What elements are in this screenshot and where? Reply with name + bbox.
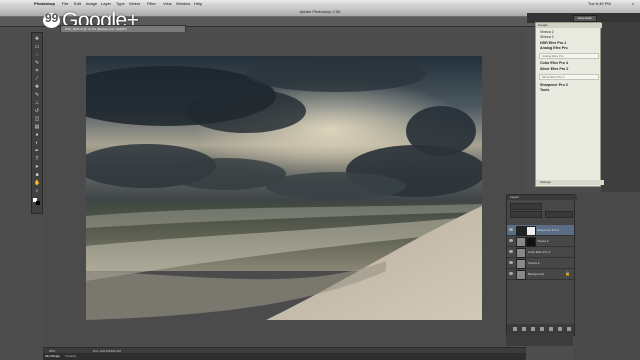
nik-item-color-efex[interactable]: Color Efex Pro 4: [536, 61, 600, 65]
healing-tool-icon[interactable]: ✚: [34, 85, 40, 90]
tab-timeline[interactable]: Timeline: [65, 353, 76, 360]
new-group-icon[interactable]: [549, 327, 553, 331]
nik-item-tools[interactable]: Tools: [536, 88, 600, 92]
trash-icon[interactable]: [567, 327, 571, 331]
marquee-tool-icon[interactable]: ▭: [34, 45, 40, 50]
layer-thumbnail: [516, 226, 526, 236]
workspace-switcher[interactable]: Essentials: [573, 15, 597, 22]
zoom-tool-icon[interactable]: ⌕: [34, 189, 40, 194]
layers-panel-tabs: [506, 334, 573, 346]
eraser-tool-icon[interactable]: ◫: [34, 117, 40, 122]
background-color-swatch[interactable]: [36, 201, 40, 205]
nik-item-silver-efex[interactable]: Silver Efex Pro 2: [536, 67, 600, 71]
layer-row[interactable]: Viveza 2: [507, 236, 574, 247]
adjustment-layer-icon[interactable]: [540, 327, 544, 331]
layer-name: Sharpener Pro 3: [537, 228, 560, 232]
visibility-eye-icon[interactable]: [509, 250, 513, 253]
nik-item-analog-efex[interactable]: Analog Efex Pro: [536, 46, 600, 50]
nik-item-hdr-efex[interactable]: HDR Efex Pro 2: [536, 41, 600, 45]
blur-tool-icon[interactable]: ●: [34, 133, 40, 138]
hand-tool-icon[interactable]: ✋: [34, 181, 40, 186]
nik-settings[interactable]: Settings: [536, 180, 604, 185]
menu-type[interactable]: Type: [116, 0, 125, 7]
dodge-tool-icon[interactable]: ◐: [34, 141, 40, 146]
menu-filter[interactable]: Filter: [147, 0, 156, 7]
nik-item-analog-efex-box[interactable]: Analog Efex Pro: [539, 53, 599, 59]
layer-thumbnail: [516, 237, 526, 247]
visibility-eye-icon[interactable]: [509, 239, 513, 242]
spotlight-icon[interactable]: ⌕: [632, 0, 634, 7]
nik-panel-header: Google: [536, 23, 602, 28]
toolbox: ✥ ▭ ◌ ✎ ⌗ ⁄ ✚ ✎ ⊥ ↺ ◫ ▤ ● ◐ ✒ T ➤ ■ ✋ ⌕: [31, 32, 43, 214]
shape-tool-icon[interactable]: ■: [34, 173, 40, 178]
blend-mode-dropdown[interactable]: [510, 211, 542, 218]
type-tool-icon[interactable]: T: [34, 157, 40, 162]
layer-row[interactable]: Background 🔒: [507, 269, 574, 280]
clone-stamp-tool-icon[interactable]: ⊥: [34, 101, 40, 106]
new-layer-icon[interactable]: [558, 327, 562, 331]
menu-help[interactable]: Help: [194, 0, 202, 7]
layer-style-icon[interactable]: [522, 327, 526, 331]
layer-thumbnail: [516, 259, 526, 269]
bottom-panel-tabs: Mini Bridge Timeline: [43, 353, 526, 360]
move-tool-icon[interactable]: ✥: [34, 37, 40, 42]
quick-select-tool-icon[interactable]: ✎: [34, 61, 40, 66]
tab-mini-bridge[interactable]: Mini Bridge: [45, 353, 60, 360]
layers-panel: Layers Sharpener Pro 3 Viveza 2 Color Ef…: [506, 194, 577, 336]
nik-item-sharpener[interactable]: Sharpener Pro 3: [536, 83, 600, 87]
hangout-bubble-icon: 99: [43, 11, 60, 28]
menu-image[interactable]: Image: [86, 0, 97, 7]
path-select-tool-icon[interactable]: ➤: [34, 165, 40, 170]
panel-dock-lower: [574, 192, 640, 360]
menu-file[interactable]: File: [62, 0, 68, 7]
brush-tool-icon[interactable]: ✎: [34, 93, 40, 98]
layer-mask-thumbnail: [526, 226, 536, 236]
layer-mask-thumbnail: [526, 237, 536, 247]
layer-row[interactable]: Color Efex Pro 4: [507, 247, 574, 258]
layer-row[interactable]: Viveza 2: [507, 258, 574, 269]
layer-filter-dropdown[interactable]: [510, 203, 542, 210]
nik-collection-panel: Google Viveza 2 Viveza 2 HDR Efex Pro 2 …: [535, 22, 604, 187]
eyedropper-tool-icon[interactable]: ⁄: [34, 77, 40, 82]
lasso-tool-icon[interactable]: ◌: [34, 53, 40, 58]
document-photo[interactable]: [86, 56, 482, 320]
menubar-clock: Tue 6:49 PM: [588, 1, 611, 6]
link-layers-icon[interactable]: [513, 327, 517, 331]
visibility-eye-icon[interactable]: [509, 261, 513, 264]
visibility-eye-icon[interactable]: [509, 272, 513, 275]
nik-item-viveza-2[interactable]: Viveza 2: [536, 35, 600, 39]
add-mask-icon[interactable]: [531, 327, 535, 331]
visibility-eye-icon[interactable]: [509, 228, 513, 231]
layer-row[interactable]: Sharpener Pro 3: [507, 225, 574, 236]
panel-dock-right: [601, 22, 640, 192]
layer-thumbnail: [516, 248, 526, 258]
menu-window[interactable]: Window: [176, 0, 190, 7]
pen-tool-icon[interactable]: ✒: [34, 149, 40, 154]
menu-view[interactable]: View: [163, 0, 172, 7]
layer-name: Color Efex Pro 4: [528, 250, 551, 254]
history-brush-tool-icon[interactable]: ↺: [34, 109, 40, 114]
layer-thumbnail: [516, 270, 526, 280]
seascape-image: [86, 56, 482, 320]
app-menu[interactable]: Photoshop: [34, 0, 55, 7]
layers-panel-header: Layers: [507, 195, 577, 200]
menu-select[interactable]: Select: [129, 0, 140, 7]
menu-edit[interactable]: Edit: [74, 0, 81, 7]
nik-item-silver-efex-box[interactable]: Silver Efex Pro 2: [539, 74, 599, 80]
lock-icon: 🔒: [565, 271, 570, 276]
crop-tool-icon[interactable]: ⌗: [34, 69, 40, 74]
nik-item-viveza[interactable]: Viveza 2: [536, 30, 600, 34]
layer-name: Viveza 2: [537, 239, 549, 243]
layers-panel-footer: [507, 324, 574, 334]
layer-name: Background: [528, 272, 545, 276]
menu-layer[interactable]: Layer: [101, 0, 111, 7]
gradient-tool-icon[interactable]: ▤: [34, 125, 40, 130]
layer-name: Viveza 2: [528, 261, 540, 265]
opacity-field[interactable]: [545, 211, 573, 218]
